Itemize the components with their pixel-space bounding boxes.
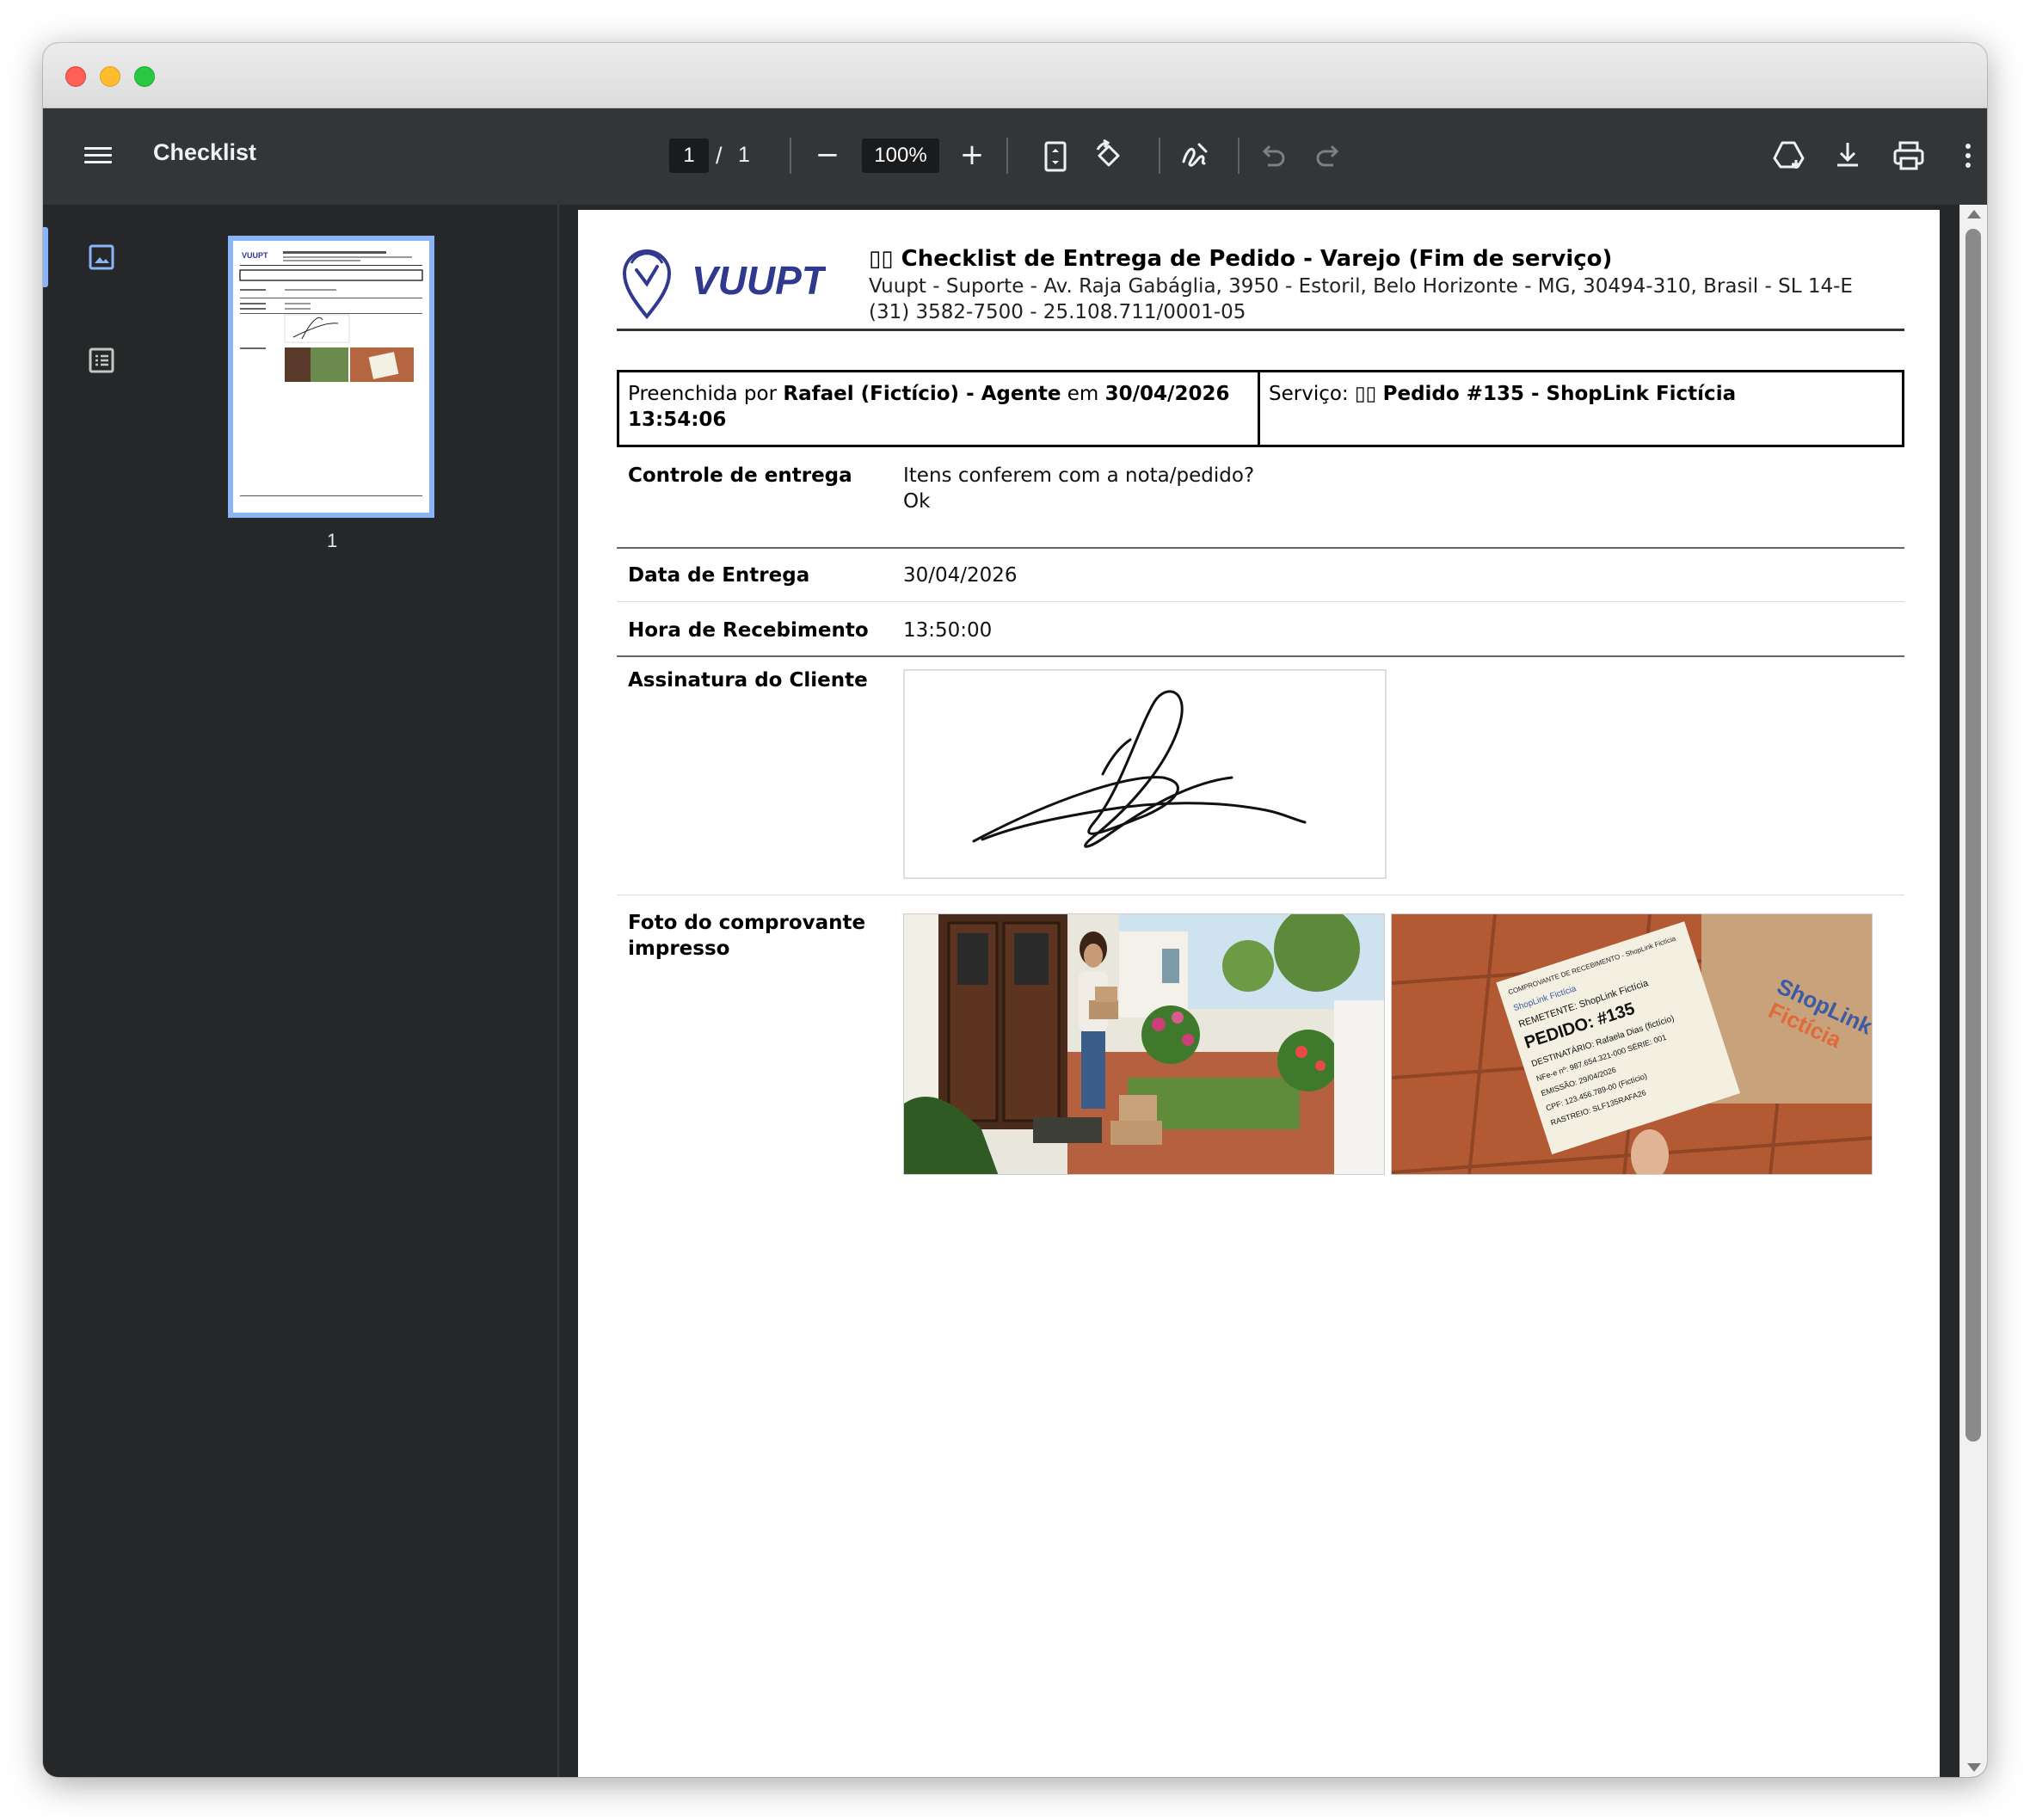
- receipt-photo[interactable]: ShopLink Fictícia COMPROVANTE DE RECEBIM…: [1391, 913, 1873, 1175]
- row-label-assinatura: Assinatura do Cliente: [628, 669, 868, 692]
- window-titlebar: [43, 43, 1987, 108]
- filled-time: 13:54:06: [628, 409, 727, 431]
- scroll-up-arrow-icon[interactable]: [1967, 210, 1981, 218]
- fit-page-icon[interactable]: [1043, 141, 1067, 172]
- signature-image: [972, 690, 1307, 848]
- company-contact: (31) 3582-7500 - 25.108.711/0001-05: [869, 301, 1246, 323]
- filled-date: 30/04/2026: [1104, 383, 1230, 405]
- row-value-data-entrega: 30/04/2026: [903, 564, 1018, 587]
- header-divider: [617, 329, 1904, 331]
- row-value-controle-question: Itens conferem com a nota/pedido?: [903, 464, 1255, 487]
- page-separator: /: [716, 143, 723, 169]
- minimize-window-button[interactable]: [100, 66, 120, 87]
- download-icon[interactable]: [1834, 139, 1861, 172]
- undo-icon[interactable]: [1259, 143, 1287, 169]
- row-label-controle: Controle de entrega: [628, 464, 852, 487]
- page-total: 1: [738, 143, 750, 167]
- menu-icon[interactable]: [84, 143, 112, 169]
- document-title: Checklist: [153, 139, 257, 165]
- vuupt-logo: VUUPT: [622, 249, 826, 320]
- pdf-toolbar: Checklist 1 / 1 − 100% +: [43, 108, 1987, 205]
- page-thumbnail[interactable]: VUUPT: [228, 236, 434, 518]
- delivery-photo[interactable]: [903, 913, 1385, 1175]
- zoom-out-button[interactable]: −: [810, 138, 845, 172]
- pdf-page: VUUPT ▯▯ Checklist de Entrega de Pedido …: [578, 210, 1940, 1777]
- service-prefix: Serviço: ▯▯: [1269, 383, 1383, 405]
- thumbnail-sidebar: VUUPT 1: [43, 205, 559, 1777]
- toolbar-divider: [1238, 138, 1240, 174]
- outline-view-icon[interactable]: [89, 347, 114, 373]
- page-number-input[interactable]: 1: [669, 138, 709, 173]
- thumbnail-page-number: 1: [327, 530, 338, 551]
- company-address: Vuupt - Suporte - Av. Raja Gabáglia, 395…: [869, 275, 1853, 298]
- page-thumbnail-preview: VUUPT: [233, 241, 429, 513]
- row-divider: [617, 547, 1904, 549]
- filled-by: Rafael (Fictício) - Agente: [783, 383, 1061, 405]
- filled-mid: em: [1061, 383, 1105, 405]
- signature-box: [903, 669, 1387, 879]
- rotate-icon[interactable]: [1092, 139, 1125, 172]
- active-tab-indicator: [43, 227, 48, 287]
- row-label-hora: Hora de Recebimento: [628, 619, 869, 642]
- row-divider: [617, 655, 1904, 657]
- zoom-in-button[interactable]: +: [955, 138, 989, 172]
- scrollbar-thumb[interactable]: [1965, 229, 1981, 1442]
- document-viewer: VUUPT ▯▯ Checklist de Entrega de Pedido …: [561, 205, 1987, 1777]
- maximize-window-button[interactable]: [134, 66, 155, 87]
- filled-prefix: Preenchida por: [628, 383, 784, 405]
- row-label-data-entrega: Data de Entrega: [628, 564, 810, 587]
- service-name: Pedido #135 - ShopLink Fictícia: [1382, 383, 1737, 405]
- toolbar-divider: [1159, 138, 1160, 174]
- thumbnails-view-icon[interactable]: [89, 244, 114, 270]
- annotate-icon[interactable]: [1180, 139, 1211, 172]
- delivery-photo-image: [904, 914, 1384, 1174]
- toolbar-divider: [790, 138, 791, 174]
- checklist-title: ▯▯ Checklist de Entrega de Pedido - Vare…: [869, 246, 1613, 272]
- row-value-hora: 13:50:00: [903, 619, 993, 642]
- row-divider: [617, 601, 1904, 602]
- row-value-controle-answer: Ok: [903, 490, 931, 513]
- zoom-input[interactable]: 100%: [862, 138, 939, 173]
- redo-icon[interactable]: [1314, 143, 1342, 169]
- filled-by-cell: Preenchida por Rafael (Fictício) - Agent…: [619, 372, 1260, 445]
- more-options-icon[interactable]: [1963, 139, 1973, 172]
- browser-window: Checklist 1 / 1 − 100% + VUUPT 1 VUUPT ▯…: [43, 43, 1987, 1777]
- row-label-foto-line1: Foto do comprovante: [628, 912, 866, 934]
- print-icon[interactable]: [1892, 139, 1925, 172]
- svg-text:VUUPT: VUUPT: [242, 251, 268, 260]
- logo-text: VUUPT: [692, 258, 826, 303]
- receipt-photo-image: ShopLink Fictícia COMPROVANTE DE RECEBIM…: [1392, 914, 1872, 1174]
- save-to-drive-icon[interactable]: [1772, 139, 1806, 172]
- scroll-down-arrow-icon[interactable]: [1967, 1763, 1981, 1772]
- close-window-button[interactable]: [65, 66, 86, 87]
- row-label-foto-line2: impresso: [628, 938, 730, 960]
- service-cell: Serviço: ▯▯ Pedido #135 - ShopLink Fictí…: [1260, 372, 1744, 445]
- vertical-scrollbar[interactable]: [1959, 205, 1987, 1777]
- info-box: Preenchida por Rafael (Fictício) - Agent…: [617, 370, 1904, 447]
- toolbar-divider: [1006, 138, 1008, 174]
